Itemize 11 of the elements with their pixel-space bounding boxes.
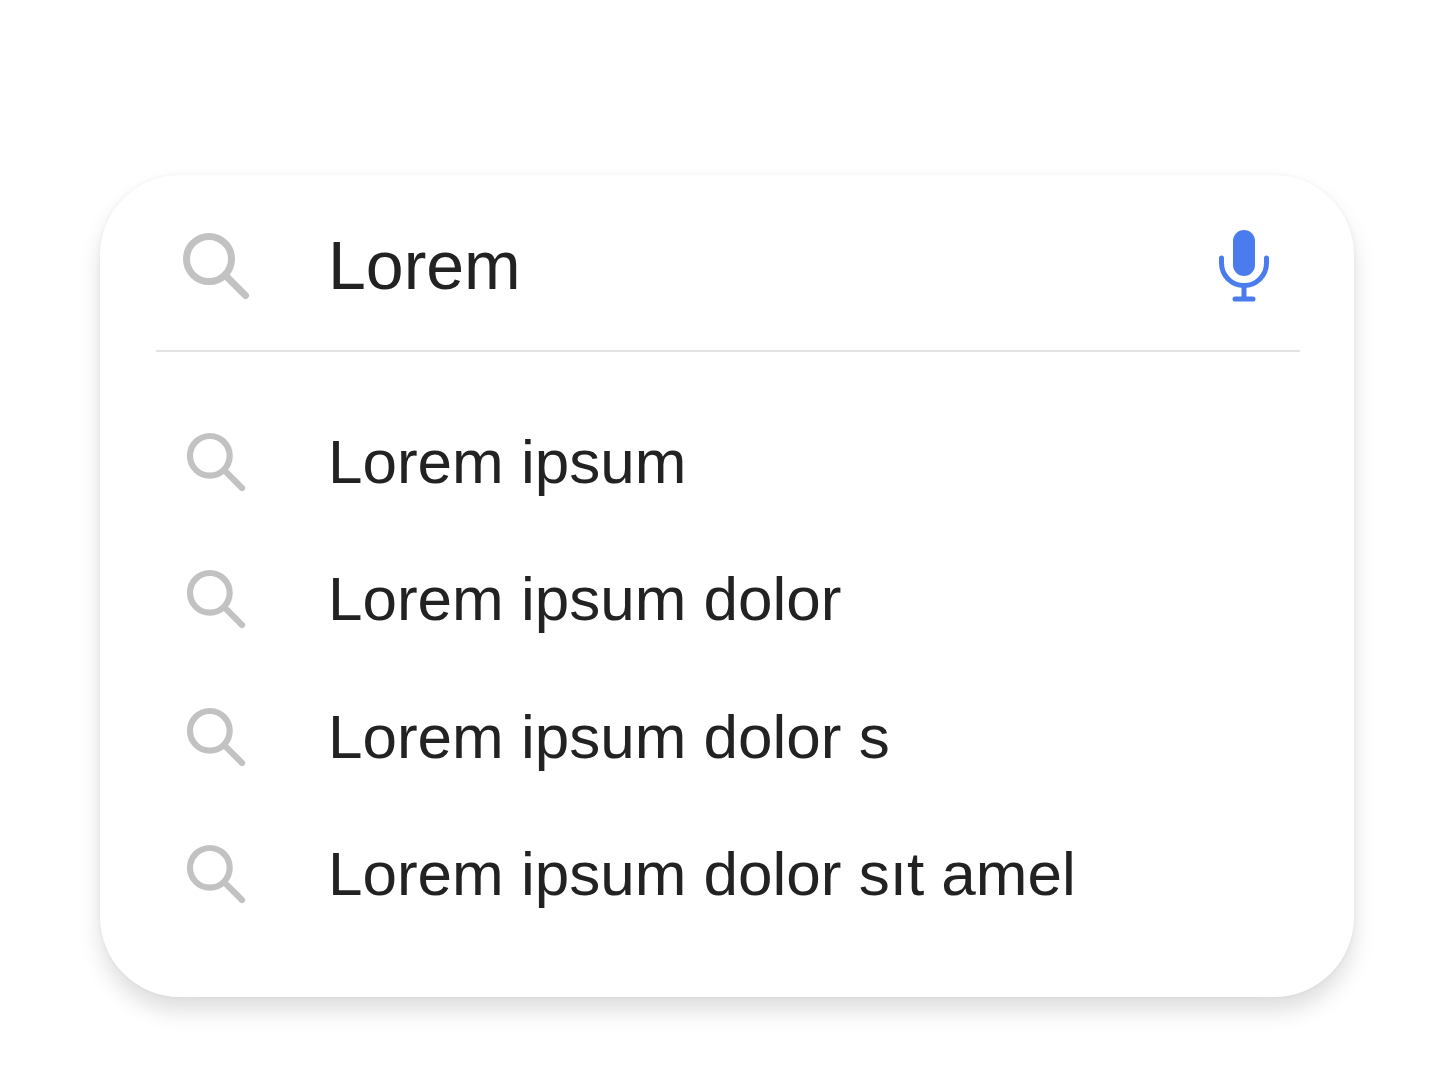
suggestion-item[interactable]: Lorem ipsum dolor s — [100, 668, 1354, 806]
suggestion-item[interactable]: Lorem ipsum dolor sıt amel — [100, 805, 1354, 943]
microphone-icon[interactable] — [1218, 229, 1270, 302]
search-icon — [186, 431, 246, 492]
search-field[interactable]: Lorem — [328, 224, 1218, 307]
search-icon — [186, 569, 246, 630]
suggestion-item[interactable]: Lorem ipsum — [100, 393, 1354, 531]
search-icon — [186, 844, 246, 905]
search-icon — [186, 706, 246, 767]
suggestion-item[interactable]: Lorem ipsum dolor — [100, 530, 1354, 668]
search-icon — [182, 231, 250, 300]
